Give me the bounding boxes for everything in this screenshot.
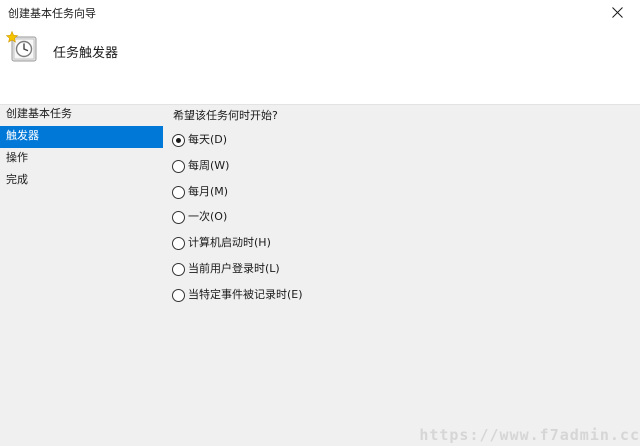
nav-step-action[interactable]: 操作	[0, 148, 163, 170]
close-button[interactable]	[594, 0, 640, 25]
option-label: 每周(W)	[188, 158, 230, 172]
option-user-logon[interactable]: 当前用户登录时(L)	[172, 261, 303, 287]
radio-weekly[interactable]	[172, 159, 185, 173]
window-title: 创建基本任务向导	[8, 7, 96, 20]
radio-monthly[interactable]	[172, 185, 185, 199]
close-icon	[611, 7, 623, 18]
option-daily[interactable]: 每天(D)	[172, 132, 303, 158]
option-monthly[interactable]: 每月(M)	[172, 184, 303, 210]
nav-step-label: 完成	[6, 173, 28, 186]
wizard-steps-nav: 创建基本任务 触发器 操作 完成	[0, 104, 163, 192]
trigger-question: 希望该任务何时开始?	[173, 109, 278, 122]
option-label: 当前用户登录时(L)	[188, 261, 280, 275]
option-computer-startup[interactable]: 计算机启动时(H)	[172, 235, 303, 261]
option-label: 一次(O)	[188, 210, 228, 224]
radio-once[interactable]	[172, 211, 185, 225]
radio-event-logged[interactable]	[172, 288, 185, 302]
radio-user-logon[interactable]	[172, 262, 185, 276]
nav-step-finish[interactable]: 完成	[0, 170, 163, 192]
option-once[interactable]: 一次(O)	[172, 209, 303, 235]
option-label: 计算机启动时(H)	[188, 236, 271, 250]
page-title: 任务触发器	[53, 46, 119, 61]
option-label: 当特定事件被记录时(E)	[188, 287, 303, 301]
radio-daily[interactable]	[172, 134, 185, 147]
nav-step-label: 触发器	[6, 129, 39, 142]
watermark: https://www.f7admin.cc	[419, 426, 640, 444]
option-weekly[interactable]: 每周(W)	[172, 158, 303, 184]
title-bar: 创建基本任务向导	[0, 0, 640, 25]
wizard-header: 任务触发器	[0, 25, 640, 105]
trigger-radio-group: 每天(D) 每周(W) 每月(M) 一次(O) 计算机启动时(H) 当前用户登录…	[172, 132, 303, 313]
nav-step-label: 创建基本任务	[6, 107, 72, 120]
option-event-logged[interactable]: 当特定事件被记录时(E)	[172, 287, 303, 313]
option-label: 每月(M)	[188, 184, 229, 198]
task-clock-icon	[6, 31, 37, 62]
option-label: 每天(D)	[188, 133, 228, 146]
nav-step-label: 操作	[6, 151, 28, 164]
radio-computer-startup[interactable]	[172, 237, 185, 251]
create-basic-task-wizard: 创建基本任务向导 任务触发器 创建基本任务 触发器 操作 完成 希望该任务何时开…	[0, 0, 640, 446]
nav-step-create-basic-task[interactable]: 创建基本任务	[0, 104, 163, 126]
nav-step-trigger[interactable]: 触发器	[0, 126, 163, 148]
